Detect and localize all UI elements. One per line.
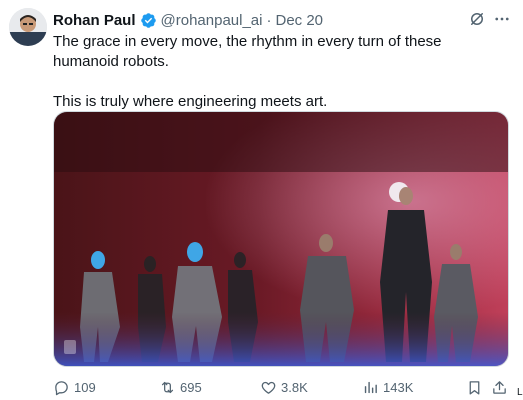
share-icon (493, 380, 506, 394)
tweet-media[interactable] (53, 111, 509, 367)
more-icon[interactable] (493, 10, 511, 28)
grok-icon[interactable] (468, 10, 486, 28)
repost-icon (161, 381, 174, 393)
tweet-date[interactable]: Dec 20 (275, 12, 323, 29)
like-icon (261, 381, 276, 394)
reply-count: 109 (74, 379, 96, 395)
repost-button[interactable]: 695 (159, 377, 202, 397)
author-handle[interactable]: @rohanpaul_ai (161, 12, 263, 29)
tweet-text-line-1: The grace in every move, the rhythm in e… (53, 33, 442, 70)
avatar[interactable] (9, 8, 47, 46)
edge-mark: L (517, 387, 523, 398)
tweet-text: The grace in every move, the rhythm in e… (53, 32, 493, 112)
separator-dot: · (266, 11, 272, 29)
views-button[interactable]: 143K (362, 377, 413, 397)
share-button[interactable] (491, 377, 512, 397)
reply-icon (55, 380, 68, 395)
like-count: 3.8K (281, 379, 308, 395)
like-button[interactable]: 3.8K (260, 377, 308, 397)
repost-count: 695 (180, 379, 202, 395)
tweet-text-line-2: This is truly where engineering meets ar… (53, 93, 328, 110)
author-name[interactable]: Rohan Paul (53, 12, 136, 29)
bookmark-icon (469, 380, 480, 395)
media-scene (54, 112, 508, 366)
reply-button[interactable]: 109 (53, 377, 96, 397)
views-count: 143K (383, 379, 414, 395)
tweet-actions: 109 695 3.8K 143K (53, 377, 509, 397)
views-icon (364, 381, 377, 393)
bookmark-button[interactable] (466, 377, 487, 397)
verified-badge-icon (140, 12, 156, 28)
tweet-header: Rohan Paul @rohanpaul_ai · Dec 20 (53, 10, 323, 30)
